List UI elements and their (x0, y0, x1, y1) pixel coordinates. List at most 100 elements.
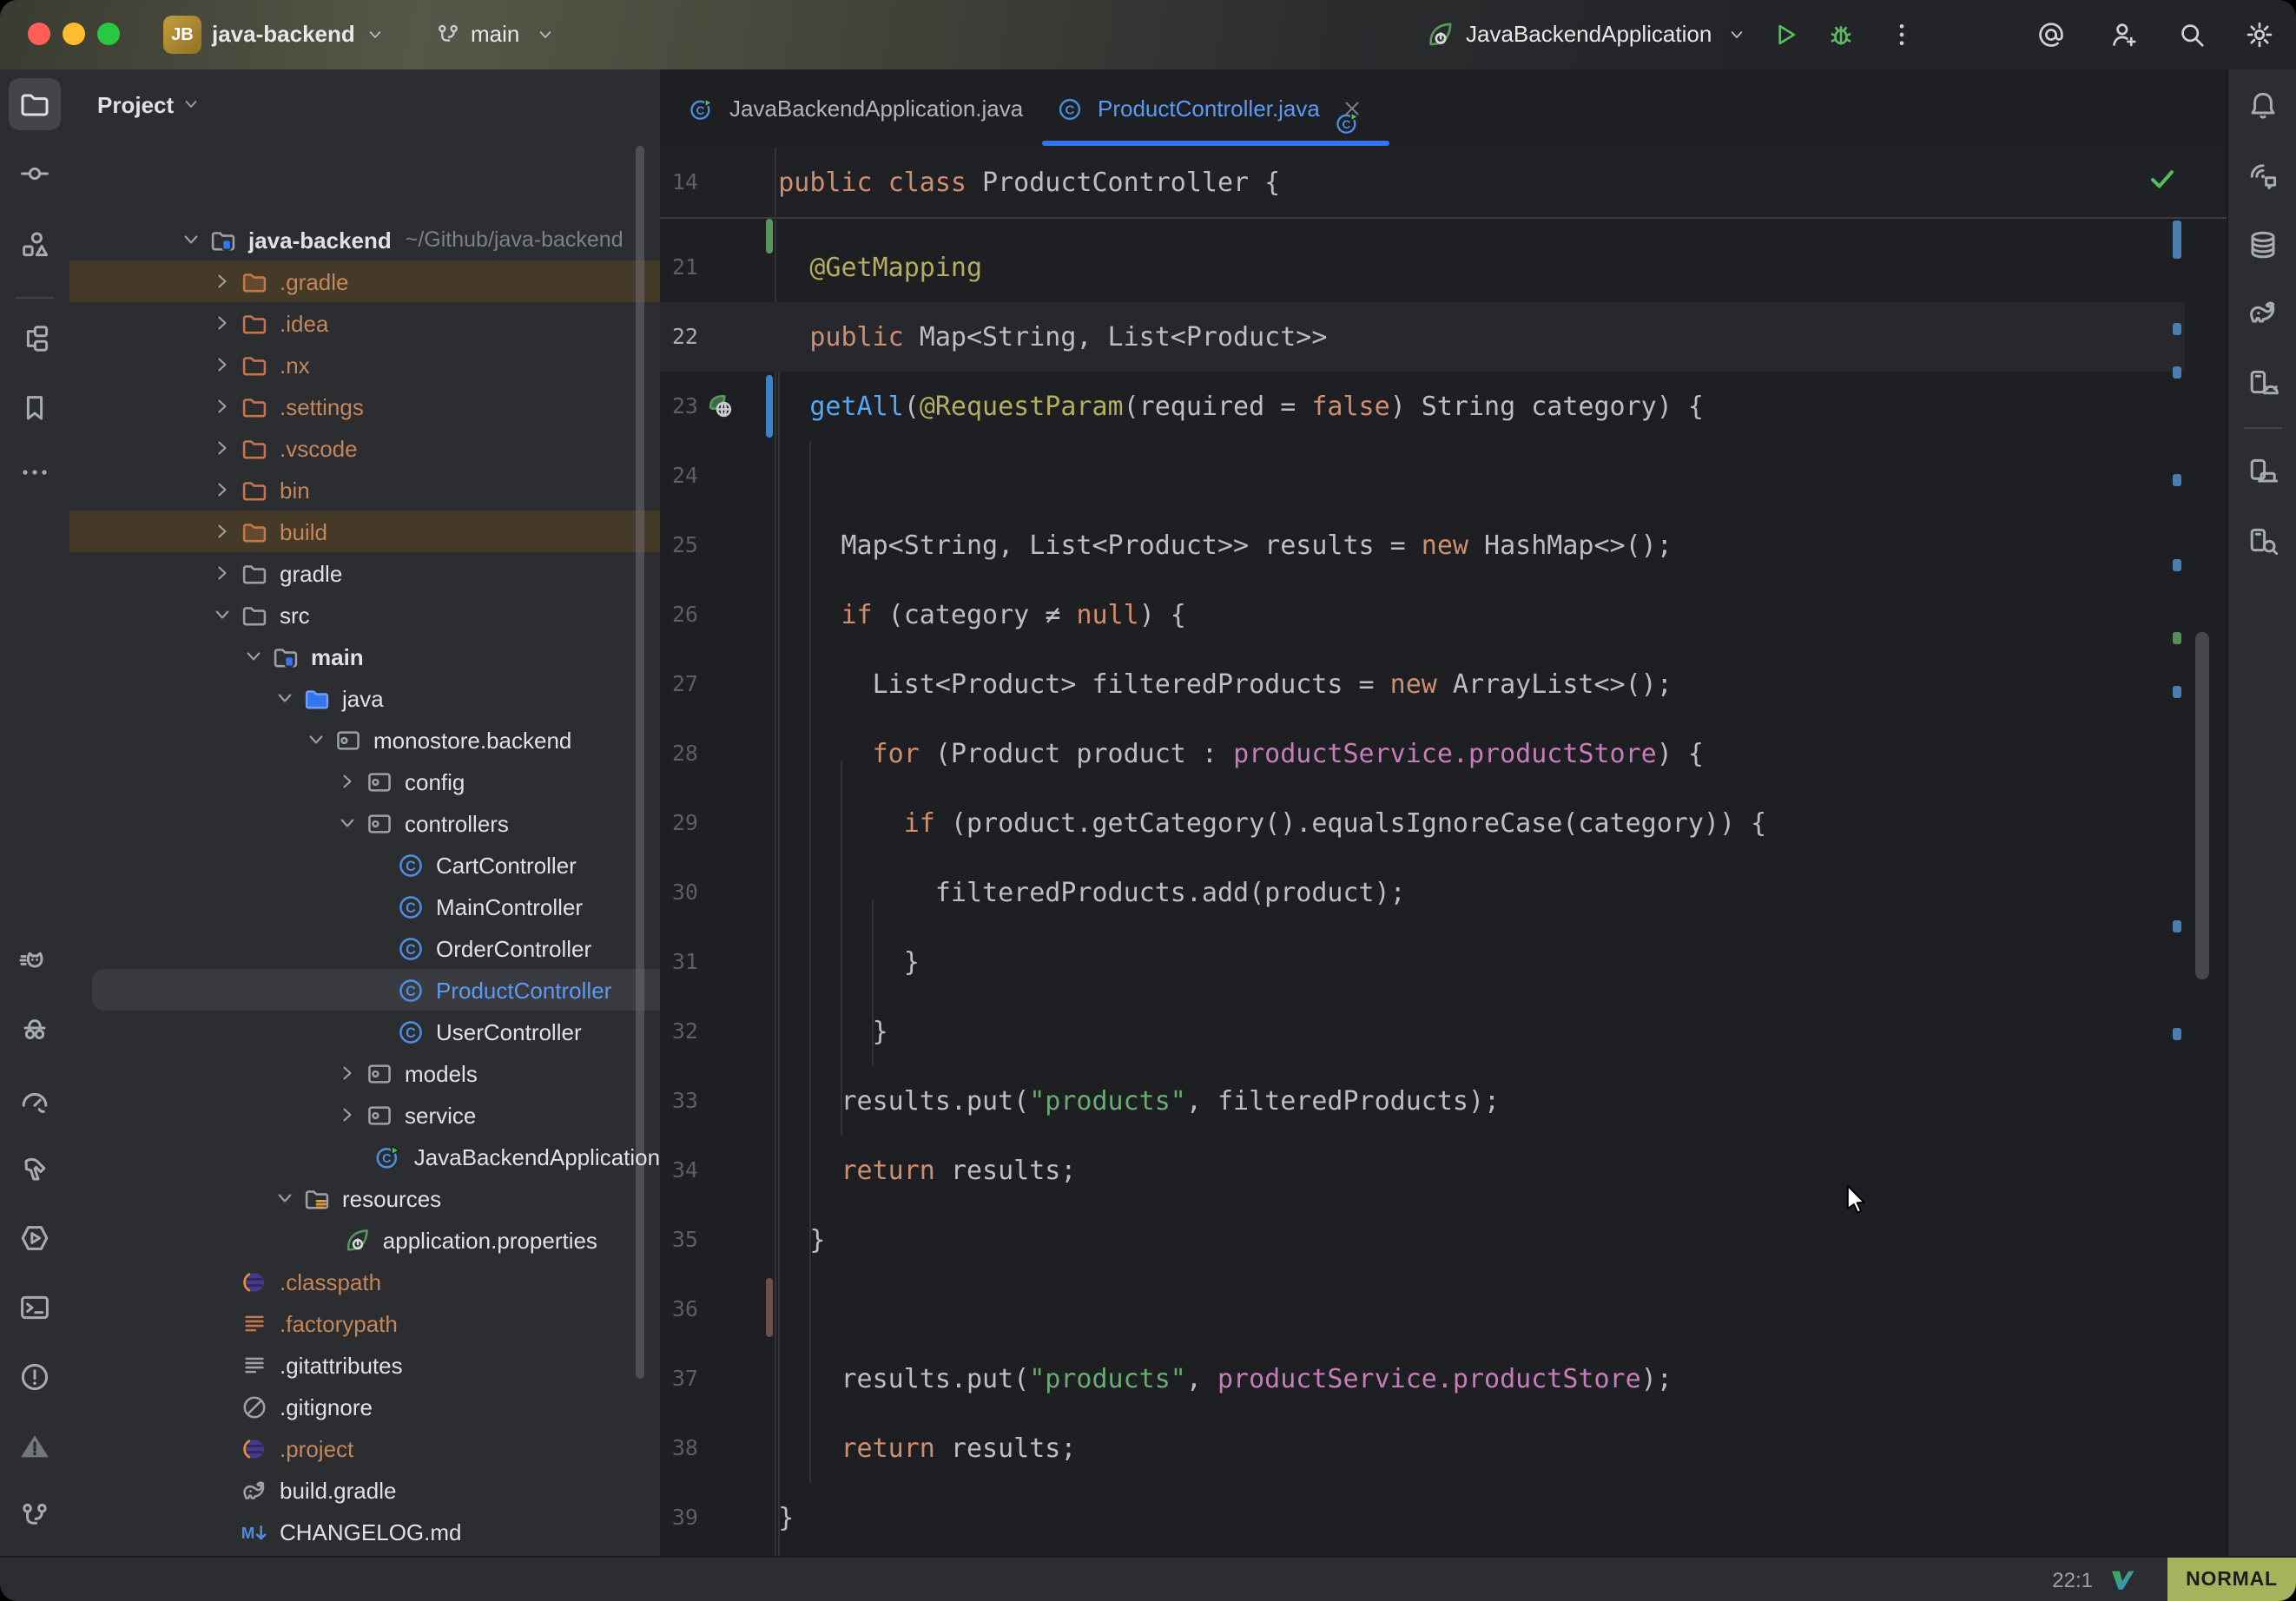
tree-item-java-backend[interactable]: java-backend~/Github/java-backend (69, 219, 660, 260)
line-number[interactable]: 32 (660, 997, 698, 1066)
project-tool-button[interactable] (9, 78, 61, 130)
project-widget[interactable]: java-backend (212, 21, 355, 47)
code-line-23[interactable]: 23 getAll(@RequestParam(required = false… (660, 372, 2227, 441)
tree-item--classpath[interactable]: .classpath (69, 1261, 660, 1302)
code-with-me-button[interactable] (2108, 19, 2140, 50)
running-devices-tool-button[interactable] (2237, 358, 2289, 410)
stripe-mark[interactable] (2173, 632, 2181, 644)
close-icon[interactable] (1341, 97, 1363, 120)
cat-plugin-tool-button[interactable] (9, 936, 61, 988)
code-line-34[interactable]: 34 return results; (660, 1136, 2227, 1205)
tree-item-models[interactable]: models (69, 1052, 660, 1094)
warnings-tool-button[interactable] (9, 1420, 61, 1473)
line-number[interactable]: 37 (660, 1344, 698, 1413)
code-line-31[interactable]: 31 } (660, 927, 2227, 997)
editor-scrollbar[interactable] (2195, 632, 2209, 979)
editor-area[interactable]: C C JavaBackendApplication.java C Produc… (660, 69, 2227, 1556)
ideavim-icon[interactable] (2108, 1566, 2136, 1594)
tree-item-monostore-backend[interactable]: monostore.backend (69, 719, 660, 761)
chevron-right-icon[interactable] (330, 1101, 365, 1129)
chevron-right-icon[interactable] (205, 267, 240, 295)
tree-item--vscode[interactable]: .vscode (69, 427, 660, 469)
chevron-down-icon[interactable] (267, 684, 302, 712)
close-window-button[interactable] (28, 23, 50, 45)
tree-item-controllers[interactable]: controllers (69, 802, 660, 844)
line-number[interactable]: 28 (660, 719, 698, 788)
tree-item-usercontroller[interactable]: CUserController (69, 1011, 660, 1052)
tree-item-src[interactable]: src (69, 594, 660, 636)
chevron-down-icon[interactable] (174, 226, 208, 254)
chevron-down-icon[interactable] (236, 642, 271, 670)
build-tool-button[interactable] (9, 1144, 61, 1196)
code-line-26[interactable]: 26 if (category ≠ null) { (660, 580, 2227, 649)
code-line-25[interactable]: 25 Map<String, List<Product>> results = … (660, 511, 2227, 580)
commit-tool-button[interactable] (9, 148, 61, 200)
line-number[interactable]: 30 (660, 858, 698, 927)
chevron-right-icon[interactable] (205, 392, 240, 420)
hierarchy-tool-button[interactable] (9, 313, 61, 365)
tab-productcontroller[interactable]: C ProductController.java (1056, 69, 1363, 148)
code-line-27[interactable]: 27 List<Product> filteredProducts = new … (660, 649, 2227, 719)
tree-item-changelog-md[interactable]: MCHANGELOG.md (69, 1511, 660, 1552)
tree-item-build[interactable]: build (69, 511, 660, 552)
chevron-down-icon[interactable] (267, 1184, 302, 1212)
tree-item--gitignore[interactable]: .gitignore (69, 1386, 660, 1427)
tree-item-maincontroller[interactable]: CMainController (69, 886, 660, 927)
line-number[interactable]: 26 (660, 580, 698, 649)
tree-item--factorypath[interactable]: .factorypath (69, 1302, 660, 1344)
tree-item-gradle[interactable]: gradle (69, 552, 660, 594)
caret-position[interactable]: 22:1 (2052, 1558, 2093, 1601)
tree-item-bin[interactable]: bin (69, 469, 660, 511)
line-number[interactable]: 25 (660, 511, 698, 580)
chevron-right-icon[interactable] (205, 476, 240, 504)
gradle-tool-button[interactable] (2237, 287, 2289, 339)
tree-item-service[interactable]: service (69, 1094, 660, 1136)
debug-button[interactable] (1825, 19, 1857, 50)
chevron-right-icon[interactable] (330, 1059, 365, 1087)
code-line-22[interactable]: 22 public Map<String, List<Product>> (660, 302, 2227, 372)
tree-item-ordercontroller[interactable]: COrderController (69, 927, 660, 969)
terminal-tool-button[interactable] (9, 1281, 61, 1334)
line-number[interactable]: 31 (660, 927, 698, 997)
line-number[interactable]: 22 (660, 302, 698, 372)
tree-item-resources[interactable]: resources (69, 1177, 660, 1219)
problems-tool-button[interactable] (9, 1351, 61, 1403)
stripe-mark[interactable] (2173, 323, 2181, 335)
stripe-mark[interactable] (2173, 221, 2181, 259)
line-number[interactable]: 27 (660, 649, 698, 719)
stripe-mark[interactable] (2173, 1028, 2181, 1040)
ai-chat-tool-button[interactable] (2237, 151, 2289, 203)
tree-item-config[interactable]: config (69, 761, 660, 802)
project-panel-header[interactable]: Project (97, 85, 201, 123)
tree-item-main[interactable]: main (69, 636, 660, 677)
structure-tool-button[interactable] (9, 219, 61, 271)
chevron-right-icon[interactable] (205, 517, 240, 545)
line-number[interactable]: 38 (660, 1413, 698, 1483)
stripe-mark[interactable] (2173, 686, 2181, 698)
chevron-right-icon[interactable] (205, 559, 240, 587)
line-number[interactable]: 21 (660, 233, 698, 302)
line-number[interactable]: 24 (660, 441, 698, 511)
tree-item--gradle[interactable]: .gradle (69, 260, 660, 302)
device-manager-tool-button[interactable] (2237, 446, 2289, 498)
device-explorer-tool-button[interactable] (2237, 516, 2289, 568)
tree-item--project[interactable]: .project (69, 1427, 660, 1469)
chevron-down-icon[interactable] (205, 601, 240, 629)
zoom-window-button[interactable] (97, 23, 120, 45)
version-control-tool-button[interactable] (9, 1490, 61, 1542)
tree-item--gitattributes[interactable]: .gitattributes (69, 1344, 660, 1386)
stripe-mark[interactable] (2173, 474, 2181, 486)
branch-widget[interactable]: main (471, 21, 519, 47)
stripe-mark[interactable] (2173, 366, 2181, 379)
stripe-mark[interactable] (2173, 559, 2181, 571)
bookmarks-tool-button[interactable] (9, 382, 61, 434)
tree-item--idea[interactable]: .idea (69, 302, 660, 344)
line-number[interactable]: 35 (660, 1205, 698, 1275)
code-line-39[interactable]: 39 } (660, 1483, 2227, 1552)
more-run-options-button[interactable] (1886, 19, 1917, 50)
tree-item-java[interactable]: java (69, 677, 660, 719)
inspections-ok-icon[interactable] (2145, 161, 2180, 196)
code-line-38[interactable]: 38 return results; (660, 1413, 2227, 1483)
code-line-32[interactable]: 32 } (660, 997, 2227, 1066)
code-line-30[interactable]: 30 filteredProducts.add(product); (660, 858, 2227, 927)
